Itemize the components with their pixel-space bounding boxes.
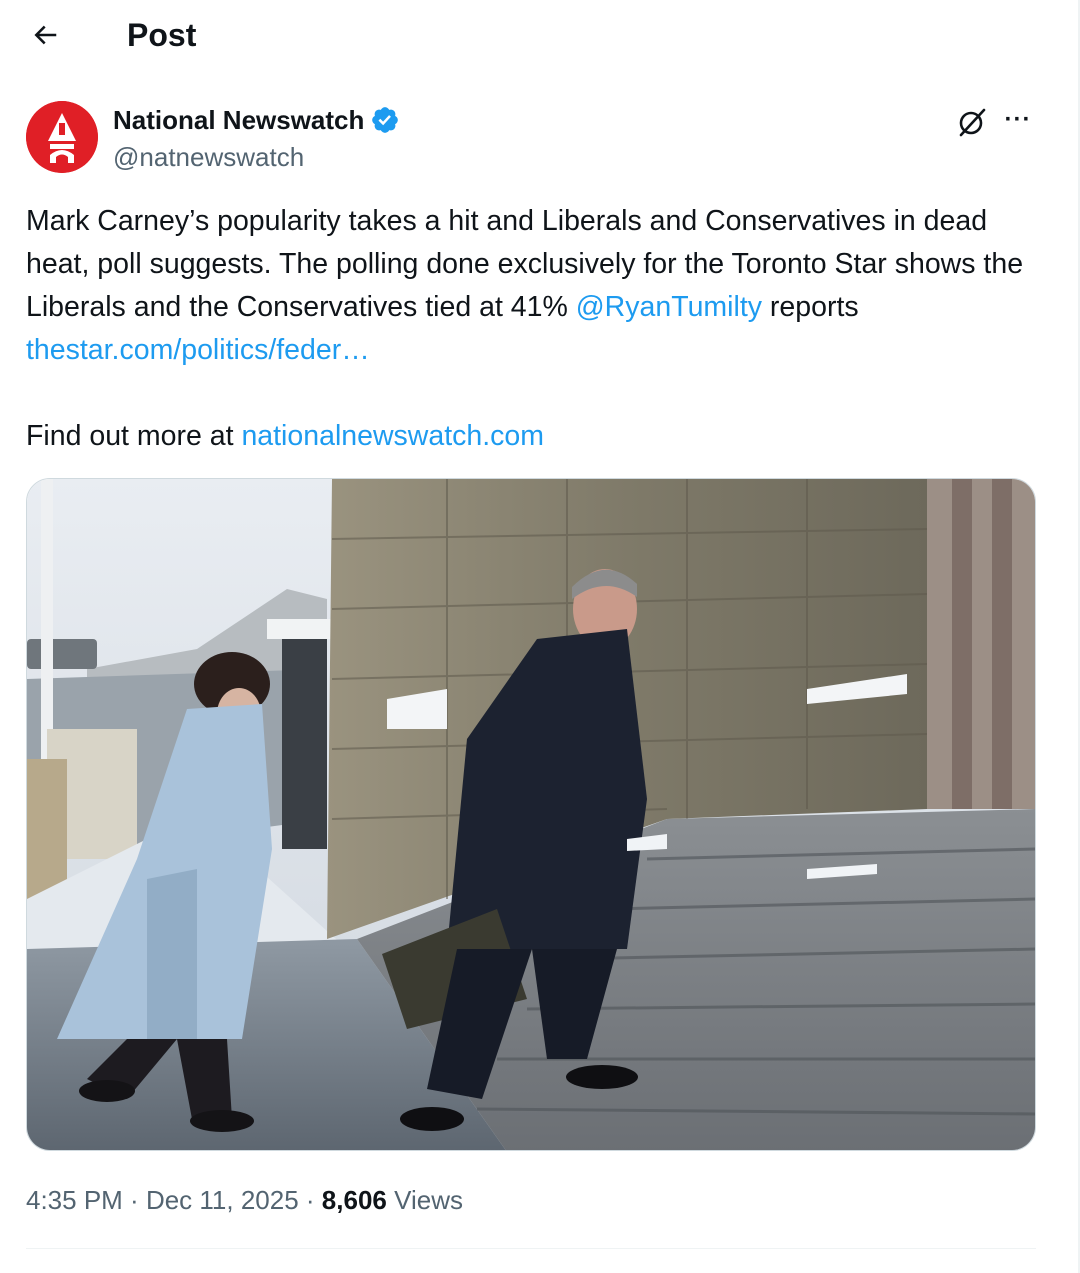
mention-link[interactable]: @RyanTumilty	[576, 291, 762, 323]
article-link[interactable]: thestar.com/politics/feder…	[26, 334, 370, 366]
website-link[interactable]: nationalnewswatch.com	[241, 420, 544, 452]
arrow-left-icon	[34, 25, 57, 45]
logo-icon	[26, 101, 98, 173]
post-body: Mark Carney’s popularity takes a hit and…	[26, 200, 1046, 458]
post-header: Post	[0, 0, 1066, 70]
display-name[interactable]: National Newswatch	[113, 102, 364, 138]
post-text-main: Mark Carney’s popularity takes a hit and…	[26, 205, 1024, 323]
post-time[interactable]: 4:35 PM	[26, 1182, 123, 1218]
author-row: National Newswatch	[113, 102, 400, 138]
post-text-find-out: Find out more at	[26, 420, 242, 452]
author-handle[interactable]: @natnewswatch	[113, 140, 304, 174]
post-text-reports: reports	[762, 291, 859, 323]
photo-image	[27, 479, 1035, 1150]
grok-icon	[959, 108, 986, 137]
back-button[interactable]	[24, 14, 66, 56]
post-date[interactable]: Dec 11, 2025	[146, 1182, 299, 1218]
grok-button[interactable]	[952, 102, 992, 142]
views-label: Views	[386, 1185, 463, 1215]
page-title: Post	[127, 17, 197, 53]
post-paragraph: Mark Carney’s popularity takes a hit and…	[26, 200, 1046, 372]
post-photo[interactable]	[26, 478, 1036, 1151]
post-paragraph-2: Find out more at nationalnewswatch.com	[26, 415, 1046, 458]
divider	[26, 1248, 1036, 1249]
views-count: 8,606	[321, 1185, 387, 1215]
more-options-button[interactable]: ···	[998, 100, 1038, 140]
meta-separator: ·	[298, 1185, 322, 1215]
post-metadata: 4:35 PM · Dec 11, 2025 · 8,606 Views	[26, 1182, 463, 1218]
verified-badge-icon	[372, 107, 399, 133]
meta-separator: ·	[122, 1185, 146, 1215]
avatar[interactable]	[26, 101, 98, 173]
